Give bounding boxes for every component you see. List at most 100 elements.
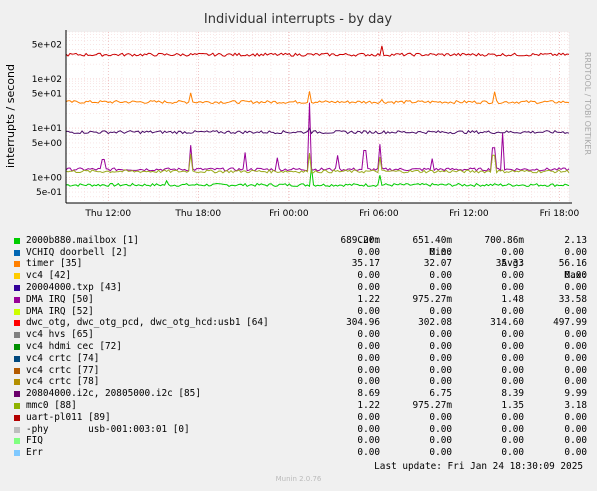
y-tick-label: 1e+00 xyxy=(32,173,63,183)
y-tick-label: 5e+01 xyxy=(32,90,62,100)
legend-row: VCHIQ doorbell [2] 0.00 0.00 0.00 0.00 xyxy=(14,247,589,259)
legend-cur: 0.00 xyxy=(357,270,380,282)
y-tick-label: 5e+02 xyxy=(32,41,62,51)
legend-max: 33.58 xyxy=(558,293,587,305)
legend-row: mmc0 [88] 1.22 975.27m 1.35 3.18 xyxy=(14,400,589,412)
legend-row: Err 0.00 0.00 0.00 0.00 xyxy=(14,447,589,459)
legend-max: 0.00 xyxy=(564,411,587,423)
legend-max: 0.00 xyxy=(564,329,587,341)
legend-min: 975.27m xyxy=(412,293,452,305)
legend-max: 2.13 xyxy=(564,234,587,246)
legend-label: vc4 crtc [78] xyxy=(26,376,100,388)
legend-row: 2000b880.mailbox [1] 689.20m 651.40m 700.86… xyxy=(14,235,589,247)
legend-swatch xyxy=(14,391,20,398)
munin-version: Munin 2.0.76 xyxy=(275,475,322,483)
legend-label: dwc_otg, dwc_otg_pcd, dwc_otg_hcd:usb1 [… xyxy=(26,317,269,329)
legend-cur: 0.00 xyxy=(357,340,380,352)
legend-max: 3.18 xyxy=(564,399,587,411)
legend-label: 20004000.txp [43] xyxy=(26,281,122,293)
legend-min: 0.00 xyxy=(429,435,452,447)
legend-swatch xyxy=(14,296,20,303)
legend-min: 651.40m xyxy=(412,234,452,246)
legend-cur: 304.96 xyxy=(346,317,380,329)
legend-row: DMA IRQ [50] 1.22 975.27m 1.48 33.58 xyxy=(14,294,589,306)
legend-cur: 0.00 xyxy=(357,329,380,341)
legend-cur: 35.17 xyxy=(351,258,380,270)
legend-max: 0.00 xyxy=(564,270,587,282)
legend-max: 0.00 xyxy=(564,246,587,258)
legend-label: -phy usb-001:003:01 [0] xyxy=(26,423,190,435)
y-tick-label: 1e+02 xyxy=(32,75,62,85)
legend-cur: 689.20m xyxy=(340,234,380,246)
legend-swatch xyxy=(14,355,20,362)
legend-label: vc4 crtc [74] xyxy=(26,352,100,364)
legend-swatch xyxy=(14,332,20,339)
legend-min: 0.00 xyxy=(429,340,452,352)
legend-swatch xyxy=(14,261,20,268)
legend-min: 0.00 xyxy=(429,423,452,435)
legend-swatch xyxy=(14,379,20,386)
chart-title: Individual interrupts - by day xyxy=(204,12,392,27)
legend-swatch xyxy=(14,438,20,445)
x-tick-label: Fri 18:00 xyxy=(540,209,580,219)
x-tick-labels: Thu 12:00 Thu 18:00 Fri 00:00 Fri 06:00 Fri … xyxy=(84,209,579,219)
legend-cur: 1.22 xyxy=(357,399,380,411)
legend-row: vc4 [42] 0.00 0.00 0.00 0.00 xyxy=(14,270,589,282)
rrdtool-credit: RRDTOOL / TOBI OETIKER xyxy=(583,52,592,155)
last-update: Last update: Fri Jan 24 18:30:09 2025 xyxy=(374,461,583,472)
legend-swatch xyxy=(14,273,20,280)
legend-swatch xyxy=(14,320,20,327)
legend-min: 0.00 xyxy=(429,376,452,388)
legend: Cur: Min: Avg: Max: 2000b880.mailbox [1]… xyxy=(14,223,589,459)
legend-min: 0.00 xyxy=(429,270,452,282)
legend-swatch xyxy=(14,343,20,350)
y-tick-label: 5e+00 xyxy=(32,139,63,149)
legend-row: vc4 crtc [78] 0.00 0.00 0.00 0.00 xyxy=(14,376,589,388)
legend-swatch xyxy=(14,308,20,315)
legend-swatch xyxy=(14,426,20,433)
legend-swatch xyxy=(14,367,20,374)
legend-swatch xyxy=(14,249,20,256)
legend-min: 0.00 xyxy=(429,329,452,341)
legend-min: 0.00 xyxy=(429,281,452,293)
legend-max: 0.00 xyxy=(564,281,587,293)
legend-cur: 0.00 xyxy=(357,281,380,293)
legend-label: DMA IRQ [50] xyxy=(26,293,94,305)
legend-swatch xyxy=(14,450,20,457)
x-tick-label: Fri 06:00 xyxy=(359,209,399,219)
legend-label: vc4 [42] xyxy=(26,270,72,282)
legend-cur: 0.00 xyxy=(357,364,380,376)
legend-max: 0.00 xyxy=(564,352,587,364)
legend-label: vc4 hdmi cec [72] xyxy=(26,340,122,352)
legend-max: 9.99 xyxy=(564,388,587,400)
legend-max: 0.00 xyxy=(564,423,587,435)
legend-row: 20004000.txp [43] 0.00 0.00 0.00 0.00 xyxy=(14,282,589,294)
legend-cur: 0.00 xyxy=(357,435,380,447)
legend-label: VCHIQ doorbell [2] xyxy=(26,246,128,258)
y-tick-label: 5e-01 xyxy=(36,188,62,198)
legend-cur: 0.00 xyxy=(357,246,380,258)
y-tick-label: 1e+01 xyxy=(32,124,62,134)
x-tick-label: Fri 00:00 xyxy=(269,209,309,219)
legend-row: 20804000.i2c, 20805000.i2c [85] 8.69 6.75 8… xyxy=(14,388,589,400)
legend-min: 302.08 xyxy=(418,317,452,329)
legend-row: -phy usb-001:003:01 [0] 0.00 0.00 0.00 0.00 xyxy=(14,424,589,436)
legend-cur: 0.00 xyxy=(357,411,380,423)
legend-cur: 0.00 xyxy=(357,305,380,317)
legend-label: DMA IRQ [52] xyxy=(26,305,94,317)
legend-label: timer [35] xyxy=(26,258,83,270)
legend-cur: 0.00 xyxy=(357,376,380,388)
y-tick-labels: 5e+02 1e+02 5e+01 1e+01 5e+00 1e+00 5e-01 xyxy=(32,41,63,199)
legend-min: 0.00 xyxy=(429,352,452,364)
legend-max: 0.00 xyxy=(564,376,587,388)
legend-cur: 0.00 xyxy=(357,423,380,435)
legend-header: Cur: Min: Avg: Max: xyxy=(14,223,589,281)
legend-min: 6.75 xyxy=(429,388,452,400)
legend-cur: 0.00 xyxy=(357,352,380,364)
legend-row: vc4 hvs [65] 0.00 0.00 0.00 0.00 xyxy=(14,329,589,341)
legend-min: 0.00 xyxy=(429,246,452,258)
legend-cur: 0.00 xyxy=(357,447,380,459)
legend-swatch xyxy=(14,237,20,244)
legend-max: 0.00 xyxy=(564,364,587,376)
legend-max: 0.00 xyxy=(564,435,587,447)
